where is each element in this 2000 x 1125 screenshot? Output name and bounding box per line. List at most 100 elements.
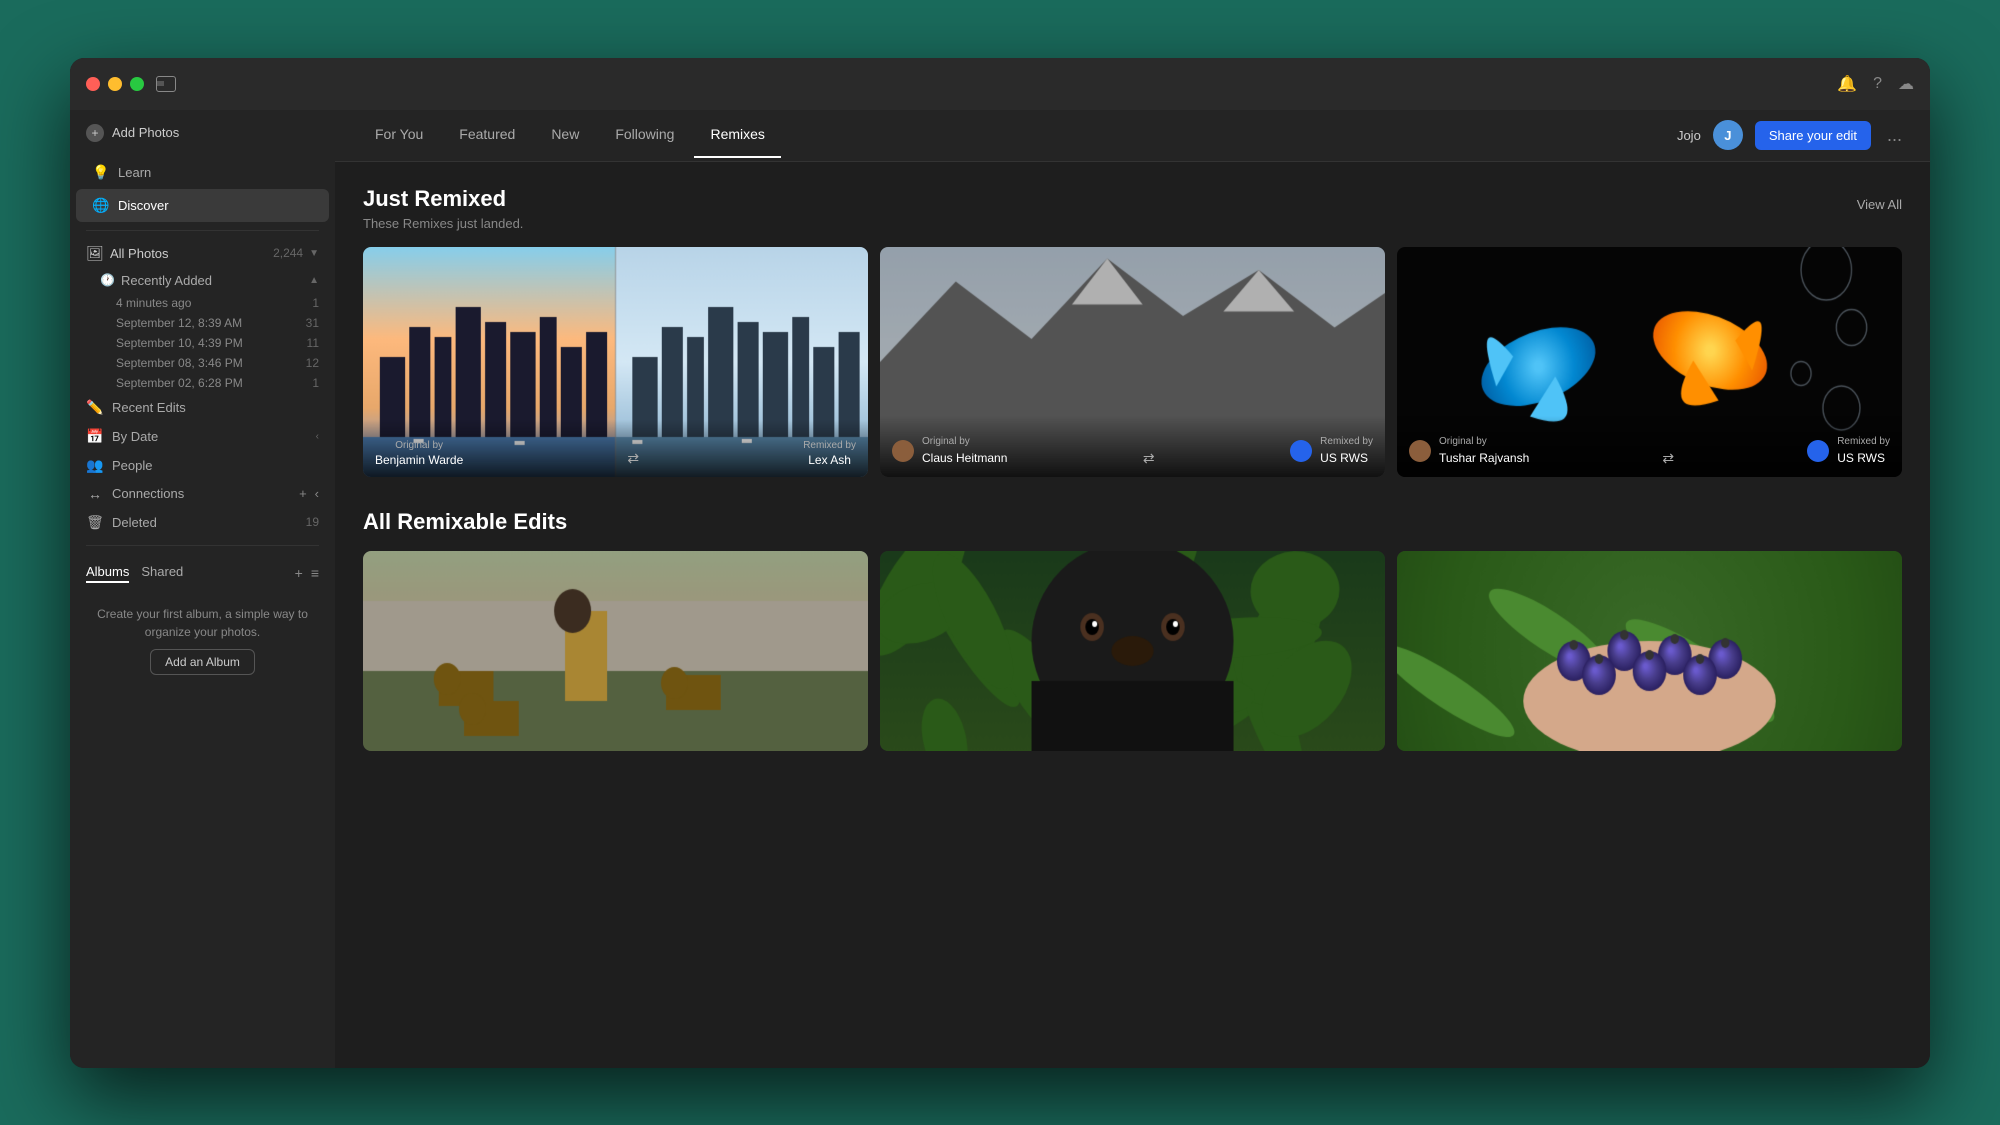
date-item-0[interactable]: 4 minutes ago 1	[70, 293, 335, 313]
add-album-button[interactable]: Add an Album	[150, 649, 255, 675]
minimize-button[interactable]	[108, 77, 122, 91]
remix-credit-mountain: Remixed by US RWS	[1290, 436, 1373, 467]
all-photos-count: 2,244	[273, 246, 303, 260]
remix-author-mountain: US RWS	[1320, 451, 1368, 465]
photo-card-nyc[interactable]: Original by Benjamin Warde ⇄ Remixed by …	[363, 247, 868, 477]
date-label-4: September 02, 6:28 PM	[116, 376, 243, 390]
all-photos-label: All Photos	[110, 246, 169, 261]
original-credit-mountain: Original by Claus Heitmann	[892, 436, 1007, 467]
date-count-4: 1	[312, 376, 319, 390]
sidebar-item-connections[interactable]: ↔ Connections + ‹	[70, 480, 335, 508]
photo-card-mountain[interactable]: Original by Claus Heitmann ⇄	[880, 247, 1385, 477]
date-label-0: 4 minutes ago	[116, 296, 191, 310]
tab-new[interactable]: New	[535, 112, 595, 158]
fullscreen-button[interactable]	[130, 77, 144, 91]
recent-edits-icon: ✏️	[86, 399, 104, 416]
photo-card-gorilla[interactable]	[880, 551, 1385, 751]
photo-caption-mountain: Original by Claus Heitmann ⇄	[880, 416, 1385, 477]
sidebar-item-deleted[interactable]: 🗑 Deleted 19	[70, 508, 335, 537]
trash-icon: 🗑	[86, 514, 104, 531]
date-item-2[interactable]: September 10, 4:39 PM 11	[70, 333, 335, 353]
photo-canvas-dogs	[363, 551, 868, 751]
nav-right: Jojo J Share your edit ...	[1677, 120, 1906, 150]
cloud-icon[interactable]: ☁	[1898, 74, 1914, 94]
original-avatar-mountain	[892, 440, 914, 462]
user-name: Jojo	[1677, 128, 1701, 143]
recently-added-row[interactable]: 🕐 Recently Added ▲	[70, 268, 335, 293]
just-remixed-title-group: Just Remixed	[363, 186, 506, 212]
sidebar-toggle[interactable]	[156, 76, 176, 92]
deleted-label: Deleted	[112, 515, 157, 530]
clock-icon: 🕐	[100, 273, 115, 287]
add-connection-icon[interactable]: +	[299, 486, 307, 501]
scroll-area[interactable]: Just Remixed View All These Remixes just…	[335, 162, 1930, 1068]
sort-albums-icon[interactable]: ≡	[311, 565, 319, 581]
remix-divider-mountain: ⇄	[1143, 450, 1155, 467]
remix-author-with-avatar: Remixed by US RWS	[1290, 436, 1373, 467]
just-remixed-subtitle: These Remixes just landed.	[363, 216, 1902, 231]
tab-albums[interactable]: Albums	[86, 564, 129, 583]
original-author-fish: Tushar Rajvansh	[1439, 451, 1529, 465]
mac-window: 🔔 ? ☁ + Add Photos 💡 Learn 🌐 Discover	[70, 58, 1930, 1068]
photos-icon: 🖼	[86, 245, 104, 262]
learn-label: Learn	[118, 165, 151, 180]
sidebar-item-by-date[interactable]: 📅 By Date ‹	[70, 422, 335, 451]
sidebar-item-recent-edits[interactable]: ✏️ Recent Edits	[70, 393, 335, 422]
tab-remixes[interactable]: Remixes	[694, 112, 780, 158]
nav-tabs: For You Featured New Following Remixes	[359, 112, 1677, 158]
remix-icon-nyc: ⇄	[627, 450, 639, 467]
all-remixable-title: All Remixable Edits	[363, 509, 1902, 535]
recently-added-label: Recently Added	[121, 273, 212, 288]
tab-featured[interactable]: Featured	[443, 112, 531, 158]
original-credit-fish: Original by Tushar Rajvansh	[1409, 436, 1529, 467]
more-options-button[interactable]: ...	[1883, 125, 1906, 146]
chevron-up-icon: ▲	[309, 275, 319, 286]
photo-caption-fish: Original by Tushar Rajvansh ⇄	[1397, 416, 1902, 477]
sidebar-item-learn[interactable]: 💡 Learn	[76, 156, 329, 189]
date-item-1[interactable]: September 12, 8:39 AM 31	[70, 313, 335, 333]
close-button[interactable]	[86, 77, 100, 91]
chevron-left-icon: ‹	[316, 431, 319, 442]
date-count-2: 11	[307, 336, 319, 350]
tab-shared[interactable]: Shared	[141, 564, 183, 583]
sidebar-item-discover[interactable]: 🌐 Discover	[76, 189, 329, 222]
connections-icon: ↔	[86, 486, 104, 502]
remix-credit-nyc: Remixed by Lex Ash	[803, 440, 856, 467]
remix-divider-nyc: ⇄	[627, 450, 639, 467]
date-item-3[interactable]: September 08, 3:46 PM 12	[70, 353, 335, 373]
add-photos-button[interactable]: + Add Photos	[70, 110, 335, 156]
by-date-label: By Date	[112, 429, 158, 444]
all-photos-row[interactable]: 🖼 All Photos 2,244 ▼	[70, 239, 335, 268]
sidebar-item-people[interactable]: 👥 People	[70, 451, 335, 480]
just-remixed-grid: Original by Benjamin Warde ⇄ Remixed by …	[363, 247, 1902, 477]
learn-icon: 💡	[92, 164, 110, 181]
share-your-edit-button[interactable]: Share your edit	[1755, 121, 1871, 150]
date-label-3: September 08, 3:46 PM	[116, 356, 243, 370]
chevron-left-connections-icon[interactable]: ‹	[315, 486, 319, 501]
photo-canvas-gorilla	[880, 551, 1385, 751]
original-avatar-fish	[1409, 440, 1431, 462]
create-album-cta: Create your first album, a simple way to…	[70, 589, 335, 691]
tab-following[interactable]: Following	[599, 112, 690, 158]
titlebar-actions: 🔔 ? ☁	[1837, 74, 1914, 94]
all-remixable-grid	[363, 551, 1902, 751]
just-remixed-title: Just Remixed	[363, 186, 506, 212]
photo-canvas-blueberries	[1397, 551, 1902, 751]
original-author-mountain: Claus Heitmann	[922, 451, 1007, 465]
sidebar-divider-1	[86, 230, 319, 231]
connections-label: Connections	[112, 486, 184, 501]
date-item-4[interactable]: September 02, 6:28 PM 1	[70, 373, 335, 393]
tab-for-you[interactable]: For You	[359, 112, 439, 158]
remix-avatar-fish	[1807, 440, 1829, 462]
view-all-button[interactable]: View All	[1857, 197, 1902, 212]
photo-card-dogs[interactable]	[363, 551, 868, 751]
photo-card-blueberries[interactable]	[1397, 551, 1902, 751]
date-label-2: September 10, 4:39 PM	[116, 336, 243, 350]
remix-icon-mountain: ⇄	[1143, 450, 1155, 467]
original-author-with-avatar: Original by Claus Heitmann	[892, 436, 1007, 467]
photo-card-fish[interactable]: Original by Tushar Rajvansh ⇄	[1397, 247, 1902, 477]
help-icon[interactable]: ?	[1873, 75, 1882, 93]
date-count-1: 31	[306, 316, 319, 330]
add-album-icon[interactable]: +	[295, 565, 303, 581]
notification-icon[interactable]: 🔔	[1837, 74, 1857, 94]
